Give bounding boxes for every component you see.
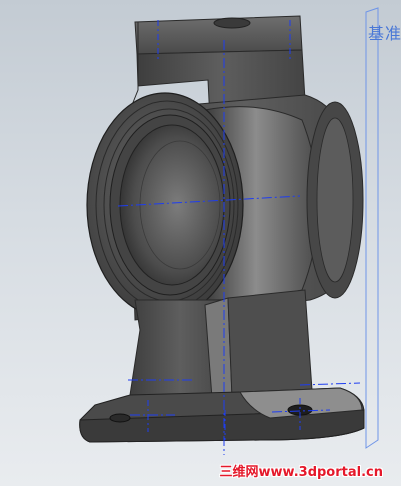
reference-plane[interactable]	[365, 7, 379, 449]
graphics-viewport[interactable]: 基准 三维网www.3dportal.cn	[0, 0, 401, 486]
reference-plane-label[interactable]: 基准	[368, 20, 401, 44]
watermark: 三维网www.3dportal.cn	[219, 465, 383, 480]
base-foot[interactable]	[79, 387, 365, 443]
support-column[interactable]	[129, 289, 313, 399]
model-canvas[interactable]	[0, 0, 401, 486]
front-flange[interactable]	[86, 92, 244, 318]
